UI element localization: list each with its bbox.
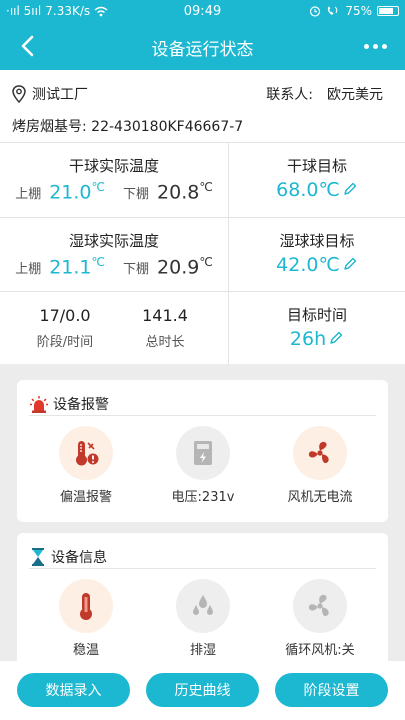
thermometer-icon — [80, 593, 92, 620]
alarm-siren-icon — [30, 395, 48, 413]
nav-bar: 设备运行状态 — [0, 22, 405, 70]
kiln-code-value: 22-430180KF46667-7 — [91, 119, 244, 135]
chevron-left-icon — [21, 35, 34, 57]
target-time-value[interactable]: 26h — [229, 328, 405, 350]
edit-pencil-icon[interactable] — [342, 181, 358, 197]
kiln-code-label: 烤房烟基号: — [12, 119, 87, 135]
fan-no-current-alarm[interactable]: 风机无电流 — [265, 426, 375, 505]
stage-settings-button[interactable]: 阶段设置 — [275, 673, 388, 707]
icon-circle — [176, 426, 230, 480]
history-curve-button[interactable]: 历史曲线 — [146, 673, 259, 707]
lower-shed-label: 下棚 — [123, 262, 150, 278]
icon-circle — [59, 579, 113, 633]
alarm-item-label: 电压:231v — [171, 490, 235, 505]
wet-bulb-title: 湿球实际温度 — [68, 232, 159, 250]
total-duration-label: 总时长 — [145, 335, 185, 350]
wet-bulb-values: 上棚 21.1℃ 下棚 20.9℃ — [0, 255, 228, 278]
icon-circle — [59, 426, 113, 480]
device-info-card: 设备信息 稳温 排湿 循环风机:关 — [17, 533, 388, 673]
device-info-header: 测试工厂 联系人: 欧元美元 烤房烟基号: 22-430180KF46667-7 — [0, 70, 405, 142]
info-card-header: 设备信息 — [29, 545, 376, 569]
stage-time-stat: 17/0.0 阶段/时间 — [15, 306, 115, 350]
stage-time-label: 阶段/时间 — [36, 335, 94, 350]
target-time-cell[interactable]: 目标时间 26h — [229, 292, 405, 365]
contact: 联系人: 欧元美元 — [266, 84, 383, 104]
edit-pencil-icon[interactable] — [328, 330, 344, 346]
stage-time-value: 17/0.0 — [39, 306, 91, 325]
temperature-grid: 干球实际温度 上棚 21.0℃ 下棚 20.8℃ 干球目标 68.0℃ 湿球实际… — [0, 142, 405, 365]
device-alarm-card: 设备报警 偏温报警 电压:231v 风机无电流 — [17, 380, 388, 522]
location-pin-icon — [12, 85, 26, 103]
dry-bulb-actual: 干球实际温度 上棚 21.0℃ 下棚 20.8℃ — [0, 143, 229, 218]
bottom-action-bar: 数据录入 历史曲线 阶段设置 — [0, 661, 405, 720]
voltage-status[interactable]: 电压:231v — [148, 426, 258, 505]
total-duration-stat: 141.4 总时长 — [115, 306, 215, 350]
more-button[interactable] — [359, 32, 391, 60]
kiln-code: 烤房烟基号: 22-430180KF46667-7 — [12, 116, 243, 136]
dry-bulb-title: 干球实际温度 — [68, 157, 159, 175]
hourglass-icon — [32, 547, 44, 566]
icon-circle — [176, 579, 230, 633]
info-item-label: 稳温 — [72, 643, 99, 658]
fan-icon — [308, 441, 329, 464]
alarm-clock-icon — [310, 6, 321, 17]
icon-circle — [293, 426, 347, 480]
stable-temp-status[interactable]: 稳温 — [31, 579, 141, 658]
wet-bulb-lower-value: 20.9℃ — [157, 255, 213, 279]
contact-name: 欧元美元 — [327, 87, 383, 103]
factory-name: 测试工厂 — [32, 87, 88, 103]
dry-bulb-values: 上棚 21.0℃ 下棚 20.8℃ — [0, 180, 228, 203]
status-right: 75% — [309, 4, 399, 18]
info-item-label: 排湿 — [189, 643, 216, 658]
alarm-item-label: 偏温报警 — [59, 490, 112, 505]
dry-bulb-target[interactable]: 干球目标 68.0℃ — [229, 143, 405, 218]
fan-icon — [308, 594, 329, 617]
volte-call-icon — [328, 6, 338, 15]
temperature-alarm-icon — [76, 441, 99, 466]
status-bar: ·ııl 5ııl 7.33K/s 09:49 75% — [0, 0, 405, 22]
battery-percent: 75% — [345, 4, 372, 18]
icon-circle — [293, 579, 347, 633]
upper-shed-label: 上棚 — [15, 187, 42, 203]
lower-shed-label: 下棚 — [123, 187, 150, 203]
edit-pencil-icon[interactable] — [342, 256, 358, 272]
stage-time-cell: 17/0.0 阶段/时间 141.4 总时长 — [0, 292, 229, 365]
circulation-fan-status[interactable]: 循环风机:关 — [265, 579, 375, 658]
dehumidify-status[interactable]: 排湿 — [148, 579, 258, 658]
voltage-meter-icon — [194, 441, 212, 465]
dry-bulb-target-title: 干球目标 — [286, 157, 347, 175]
back-button[interactable] — [14, 32, 42, 60]
dry-bulb-upper-value: 21.0℃ — [49, 180, 105, 204]
total-duration-value: 141.4 — [142, 306, 188, 325]
info-card-title: 设备信息 — [51, 549, 107, 566]
factory-location: 测试工厂 — [12, 84, 88, 104]
more-dot — [381, 43, 387, 49]
dry-bulb-lower-value: 20.8℃ — [157, 180, 213, 204]
alarm-item-label: 风机无电流 — [287, 490, 353, 505]
dry-bulb-target-value[interactable]: 68.0℃ — [229, 179, 405, 201]
contact-label: 联系人: — [266, 87, 313, 103]
more-dot — [363, 43, 369, 49]
upper-shed-label: 上棚 — [15, 262, 42, 278]
wet-bulb-target-value[interactable]: 42.0℃ — [229, 254, 405, 276]
data-entry-button[interactable]: 数据录入 — [17, 673, 130, 707]
water-drops-icon — [193, 595, 213, 615]
wet-bulb-upper-value: 21.1℃ — [49, 255, 105, 279]
alarm-card-header: 设备报警 — [29, 392, 376, 416]
target-time-title: 目标时间 — [286, 306, 347, 324]
info-item-label: 循环风机:关 — [285, 643, 355, 658]
battery-icon — [377, 6, 399, 16]
wet-bulb-target[interactable]: 湿球球目标 42.0℃ — [229, 218, 405, 292]
more-dot — [372, 43, 378, 49]
alarm-card-title: 设备报警 — [53, 396, 109, 413]
wet-bulb-target-title: 湿球球目标 — [279, 232, 355, 250]
temp-deviation-alarm[interactable]: 偏温报警 — [31, 426, 141, 505]
page-title: 设备运行状态 — [151, 40, 254, 60]
wet-bulb-actual: 湿球实际温度 上棚 21.1℃ 下棚 20.9℃ — [0, 218, 229, 292]
